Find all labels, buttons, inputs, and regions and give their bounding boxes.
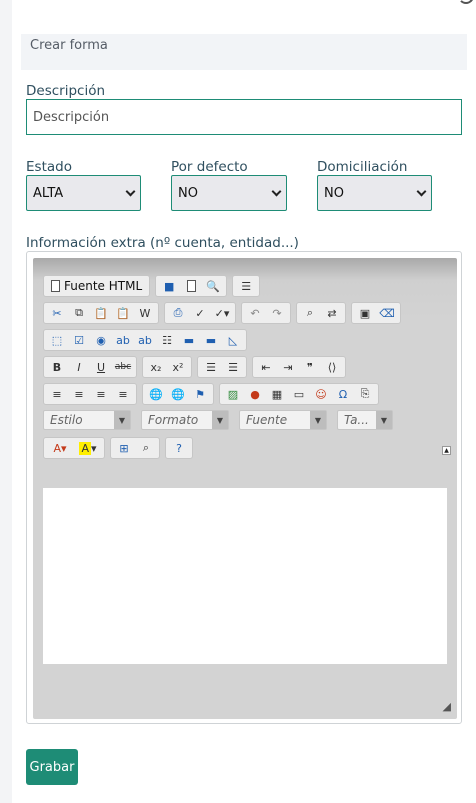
chevron-down-icon: ▼ (212, 411, 228, 429)
align-left-icon[interactable]: ≡ (46, 384, 68, 404)
numbered-list-icon[interactable]: ☰ (200, 357, 222, 377)
hidden-field-icon[interactable]: ◺ (222, 330, 244, 350)
grabar-button[interactable]: Grabar (26, 749, 78, 785)
link-icon[interactable]: 🌐 (145, 384, 167, 404)
editor-chrome: Fuente HTML ■ 🔍 ☰ ✂ ⧉ 📋 📋 W ⎙ ✓ ✓▾ ↶ ↷ ⌕… (33, 258, 457, 719)
justify-icon[interactable]: ≡ (112, 384, 134, 404)
chevron-down-icon: ▼ (114, 411, 130, 429)
textarea-icon[interactable]: ab (134, 330, 156, 350)
por-defecto-value: NO (178, 185, 198, 201)
domiciliacion-label: Domiciliación (317, 159, 408, 175)
descripcion-input[interactable] (26, 99, 462, 135)
info-extra-label: Información extra (nº cuenta, entidad...… (26, 235, 299, 251)
special-char-icon[interactable]: Ω (332, 384, 354, 404)
checkbox-icon[interactable]: ☑ (68, 330, 90, 350)
horizontal-rule-icon[interactable]: ▭ (288, 384, 310, 404)
text-color-icon[interactable]: A▾ (46, 438, 74, 458)
outdent-icon[interactable]: ⇤ (255, 357, 277, 377)
estado-select[interactable]: ALTA (26, 175, 141, 211)
create-div-icon[interactable]: ⟨⟩ (321, 357, 343, 377)
form-icon[interactable]: ⬚ (46, 330, 68, 350)
replace-icon[interactable]: ⇄ (321, 303, 343, 323)
flash-icon[interactable]: ● (244, 384, 266, 404)
bulleted-list-icon[interactable]: ☰ (222, 357, 244, 377)
document-icon (51, 280, 60, 292)
size-combo[interactable]: Ta... ▼ (337, 410, 393, 430)
format-combo[interactable]: Formato ▼ (141, 410, 229, 430)
por-defecto-label: Por defecto (171, 159, 248, 175)
textfield-icon[interactable]: ab (112, 330, 134, 350)
domiciliacion-value: NO (324, 185, 344, 201)
spellcheck-dropdown-icon[interactable]: ✓▾ (211, 303, 233, 323)
chevron-down-icon (416, 186, 427, 196)
blockquote-icon[interactable]: ❞ (299, 357, 321, 377)
source-html-button[interactable]: Fuente HTML (46, 276, 147, 296)
italic-icon[interactable]: I (68, 357, 90, 377)
editor-content-area[interactable] (43, 488, 447, 664)
descripcion-label: Descripción (26, 83, 106, 99)
background-color-icon[interactable]: A ▾ (74, 438, 102, 458)
chevron-down-icon: ▼ (376, 411, 392, 429)
subscript-icon[interactable]: x₂ (145, 357, 167, 377)
select-field-icon[interactable]: ☷ (156, 330, 178, 350)
copy-icon[interactable]: ⧉ (68, 303, 90, 323)
indent-icon[interactable]: ⇥ (277, 357, 299, 377)
page-title: Crear forma (30, 38, 108, 53)
show-blocks-icon[interactable]: ⌕ (135, 438, 157, 458)
new-page-icon[interactable] (180, 276, 202, 296)
unlink-icon[interactable]: 🌐 (167, 384, 189, 404)
align-center-icon[interactable]: ≡ (68, 384, 90, 404)
collapse-toolbar-icon[interactable]: ▲ (442, 446, 451, 455)
underline-icon[interactable]: U (90, 357, 112, 377)
strikethrough-icon[interactable]: abc (112, 357, 134, 377)
redo-icon[interactable]: ↷ (266, 303, 288, 323)
resize-handle-icon[interactable]: ◢ (443, 700, 451, 713)
superscript-icon[interactable]: x² (167, 357, 189, 377)
form-header: Crear forma (21, 34, 467, 70)
templates-icon[interactable]: ☰ (235, 276, 257, 296)
select-all-icon[interactable]: ▣ (354, 303, 376, 323)
por-defecto-select[interactable]: NO (171, 175, 287, 211)
help-icon[interactable]: ? (168, 438, 190, 458)
anchor-flag-icon[interactable]: ⚑ (189, 384, 211, 404)
paste-icon[interactable]: 📋 (90, 303, 112, 323)
button-field-icon[interactable]: ▬ (178, 330, 200, 350)
font-combo[interactable]: Fuente ▼ (239, 410, 327, 430)
estado-value: ALTA (33, 185, 64, 201)
domiciliacion-select[interactable]: NO (317, 175, 432, 211)
undo-icon[interactable]: ↶ (244, 303, 266, 323)
cut-icon[interactable]: ✂ (46, 303, 68, 323)
chevron-down-icon (271, 186, 282, 196)
image-icon[interactable]: ▨ (222, 384, 244, 404)
remove-format-icon[interactable]: ⌫ (376, 303, 398, 323)
find-icon[interactable]: ⌕ (299, 303, 321, 323)
chevron-down-icon: ▼ (310, 411, 326, 429)
table-icon[interactable]: ▦ (266, 384, 288, 404)
save-icon[interactable]: ■ (158, 276, 180, 296)
maximize-icon[interactable]: ⊞ (113, 438, 135, 458)
paste-text-icon[interactable]: 📋 (112, 303, 134, 323)
align-right-icon[interactable]: ≡ (90, 384, 112, 404)
preview-icon[interactable]: 🔍 (202, 276, 224, 296)
chevron-down-icon (125, 186, 136, 196)
spellcheck-icon[interactable]: ✓ (189, 303, 211, 323)
smiley-icon[interactable]: ☺ (310, 384, 332, 404)
image-button-icon[interactable]: ▬ (200, 330, 222, 350)
bold-icon[interactable]: B (46, 357, 68, 377)
rich-text-editor: Fuente HTML ■ 🔍 ☰ ✂ ⧉ 📋 📋 W ⎙ ✓ ✓▾ ↶ ↷ ⌕… (26, 251, 462, 724)
style-combo[interactable]: Estilo ▼ (43, 410, 131, 430)
print-icon[interactable]: ⎙ (167, 303, 189, 323)
paste-word-icon[interactable]: W (134, 303, 156, 323)
radio-icon[interactable]: ◉ (90, 330, 112, 350)
page-break-icon[interactable]: ⎘ (354, 384, 376, 404)
estado-label: Estado (26, 159, 72, 175)
